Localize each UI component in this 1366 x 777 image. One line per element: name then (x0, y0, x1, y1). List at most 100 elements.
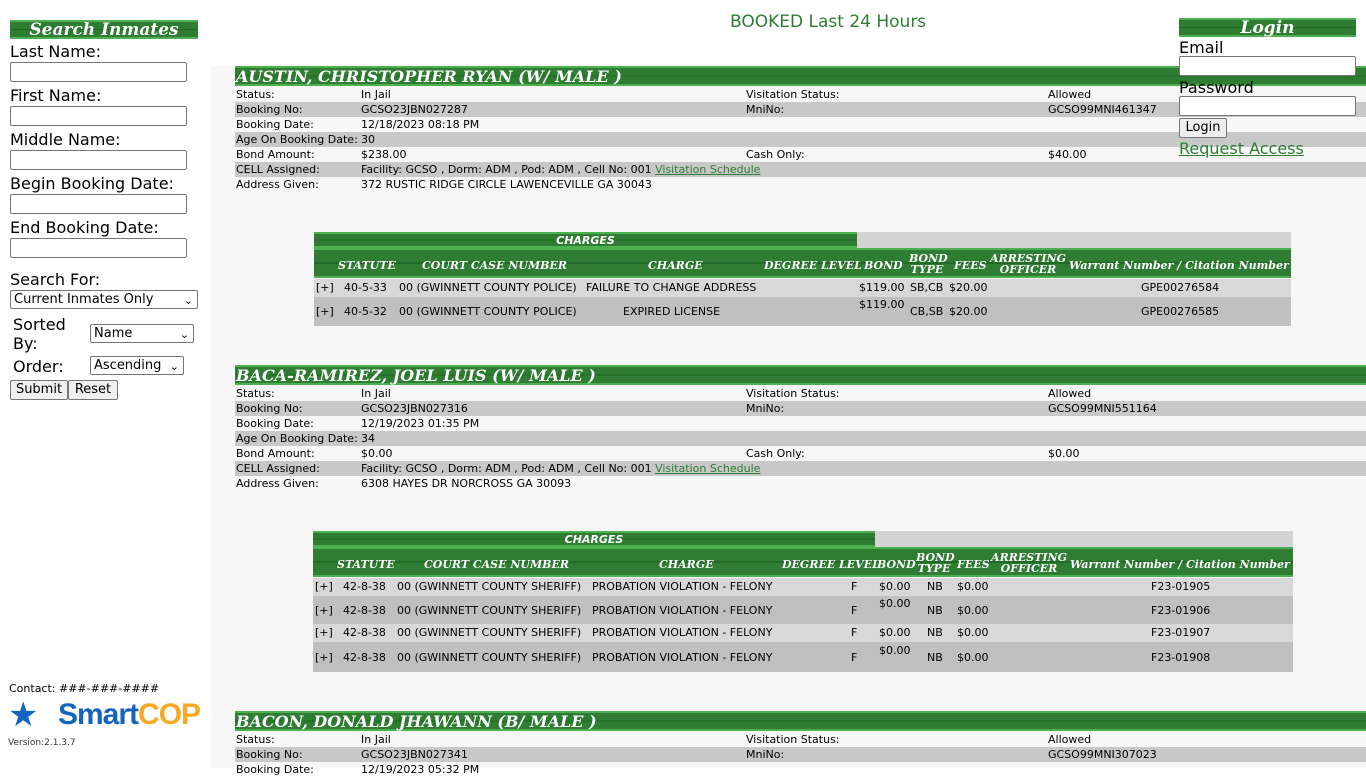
password-input[interactable] (1179, 96, 1356, 116)
charge-description: EXPIRED LICENSE (623, 305, 721, 318)
mnino-value: GCSO99MNI461347 (1048, 103, 1157, 116)
sorted-by-value: Name (94, 326, 133, 341)
expand-charge-button[interactable]: [+] (315, 580, 333, 593)
charge-degree: F (851, 580, 858, 593)
charge-warrant: GPE00276585 (1141, 305, 1220, 318)
address-label: Address Given: (236, 178, 319, 191)
charge-warrant: F23-01907 (1151, 626, 1211, 639)
charges-title: CHARGES (314, 232, 857, 248)
charge-bond: $119.00 (859, 281, 905, 294)
last-name-label: Last Name: (10, 42, 102, 61)
booking-date-value: 12/18/2023 08:18 PM (361, 118, 480, 131)
charge-warrant: F23-01905 (1151, 580, 1211, 593)
detail-row-cell: CELL Assigned: Facility: GCSO , Dorm: ADM… (235, 461, 1366, 476)
charge-row: [+] 40-5-33 00 (GWINNETT COUNTY POLICE) … (314, 279, 1291, 297)
age-value: 34 (361, 432, 375, 445)
sorted-by-select[interactable]: Name ⌄ (90, 324, 194, 343)
booking-no-label: Booking No: (236, 103, 303, 116)
status-label: Status: (236, 733, 275, 746)
charges-title: CHARGES (313, 531, 875, 547)
search-for-select[interactable]: Current Inmates Only ⌄ (10, 290, 198, 309)
expand-charge-button[interactable]: [+] (315, 651, 333, 664)
status-label: Status: (236, 88, 275, 101)
expand-charge-button[interactable]: [+] (315, 604, 333, 617)
charge-description: FAILURE TO CHANGE ADDRESS (586, 281, 757, 294)
fees-header: FEES (954, 259, 987, 272)
age-value: 30 (361, 133, 375, 146)
login-button[interactable]: Login (1179, 118, 1227, 138)
charge-court-case: 00 (GWINNETT COUNTY POLICE) (399, 305, 577, 318)
bond-header: BOND (864, 259, 903, 272)
search-for-value: Current Inmates Only (14, 292, 154, 307)
charge-description: PROBATION VIOLATION - FELONY (592, 626, 773, 639)
charges-table: CHARGES STATUTE COURT CASE NUMBER CHARGE… (313, 531, 1293, 672)
charge-court-case: 00 (GWINNETT COUNTY SHERIFF) (397, 651, 582, 664)
end-booking-date-input[interactable] (10, 238, 187, 258)
request-access-link[interactable]: Request Access (1179, 139, 1304, 158)
middle-name-label: Middle Name: (10, 130, 121, 149)
charge-bond-type: CB,SB (910, 305, 944, 318)
email-input[interactable] (1179, 56, 1356, 76)
status-value: In Jail (361, 88, 391, 101)
officer-header-line2: OFFICER (1000, 562, 1058, 575)
expand-charge-button[interactable]: [+] (316, 281, 334, 294)
charge-statute: 40-5-32 (344, 305, 387, 318)
inmate-details: Status: In Jail Visitation Status: Allowed … (235, 386, 1366, 491)
bond-type-header: BOND TYPE (909, 253, 948, 275)
order-select[interactable]: Ascending ⌄ (90, 356, 184, 375)
charge-fees: $0.00 (957, 604, 989, 617)
charge-bond: $0.00 (879, 626, 911, 639)
booking-date-label: Booking Date: (236, 118, 314, 131)
first-name-label: First Name: (10, 86, 102, 105)
warrant-header: Warrant Number / Citation Number (1070, 558, 1290, 571)
chevron-down-icon: ⌄ (179, 328, 189, 341)
detail-row-cell: CELL Assigned: Facility: GCSO , Dorm: ADM… (235, 162, 1366, 177)
charge-court-case: 00 (GWINNETT COUNTY SHERIFF) (397, 604, 582, 617)
cell-value: Facility: GCSO , Dorm: ADM , Pod: ADM , … (361, 162, 760, 177)
charges-title-filler (875, 531, 1293, 547)
cell-text: Facility: GCSO , Dorm: ADM , Pod: ADM , … (361, 163, 652, 176)
detail-row-bond: Bond Amount: $0.00 Cash Only: $0.00 (235, 446, 1366, 461)
charge-bond: $119.00 (859, 298, 905, 311)
bond-amount-value: $0.00 (361, 447, 393, 460)
age-label: Age On Booking Date: (236, 133, 358, 146)
first-name-input[interactable] (10, 106, 187, 126)
booking-no-label: Booking No: (236, 402, 303, 415)
expand-charge-button[interactable]: [+] (315, 626, 333, 639)
visitation-status-value: Allowed (1048, 387, 1092, 400)
detail-row-status: Status: In Jail Visitation Status: Allowed (235, 732, 1366, 747)
charge-bond-type: NB (927, 604, 943, 617)
court-case-header: COURT CASE NUMBER (422, 259, 567, 272)
visitation-schedule-link[interactable]: Visitation Schedule (655, 163, 760, 176)
charge-fees: $20.00 (949, 305, 988, 318)
address-value: 6308 HAYES DR NORCROSS GA 30093 (361, 477, 572, 490)
booking-date-value: 12/19/2023 05:32 PM (361, 763, 480, 776)
charge-fees: $20.00 (949, 281, 988, 294)
reset-button[interactable]: Reset (68, 380, 118, 400)
logo-text: SmartCOP (58, 698, 201, 731)
detail-row-booking-date: Booking Date: 12/19/2023 01:35 PM (235, 416, 1366, 431)
last-name-input[interactable] (10, 62, 187, 82)
visitation-status-label: Visitation Status: (746, 88, 840, 101)
charges-title-filler (857, 232, 1291, 248)
submit-button[interactable]: Submit (10, 380, 68, 400)
bond-amount-value: $238.00 (361, 148, 407, 161)
inmate-name-header: BACA-RAMIREZ, JOEL LUIS (W/ MALE ) (235, 365, 1366, 385)
fees-header: FEES (957, 558, 990, 571)
charge-court-case: 00 (GWINNETT COUNTY SHERIFF) (397, 626, 582, 639)
charge-court-case: 00 (GWINNETT COUNTY SHERIFF) (397, 580, 582, 593)
cash-only-label: Cash Only: (746, 447, 805, 460)
begin-booking-date-input[interactable] (10, 194, 187, 214)
booking-date-label: Booking Date: (236, 763, 314, 776)
visitation-schedule-link[interactable]: Visitation Schedule (655, 462, 760, 475)
middle-name-input[interactable] (10, 150, 187, 170)
chevron-down-icon: ⌄ (169, 360, 179, 373)
booking-no-label: Booking No: (236, 748, 303, 761)
version-text: Version:2.1.3.7 (8, 738, 76, 748)
login-title: Login (1179, 18, 1356, 37)
mnino-label: MniNo: (746, 402, 785, 415)
expand-charge-button[interactable]: [+] (316, 305, 334, 318)
status-value: In Jail (361, 387, 391, 400)
inmate-name-header: BACON, DONALD JHAWANN (B/ MALE ) (235, 711, 1366, 731)
bond-type-header-line2: TYPE (917, 562, 951, 575)
